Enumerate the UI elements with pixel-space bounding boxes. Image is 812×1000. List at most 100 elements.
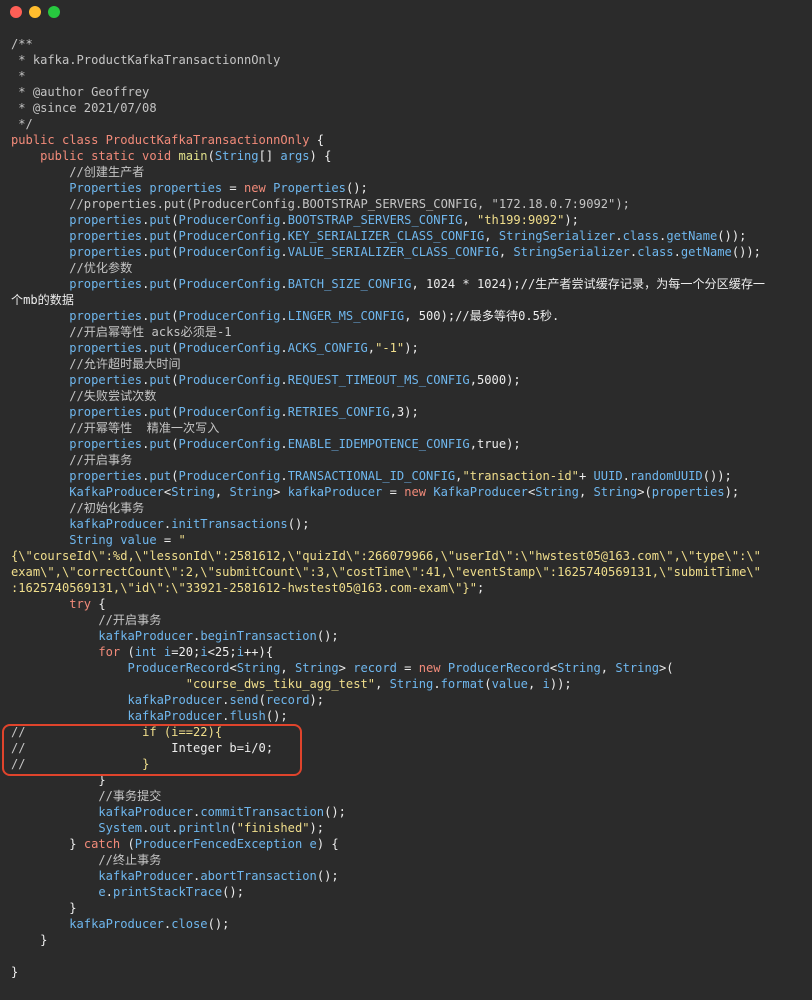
code-token: . [280, 437, 288, 451]
code-token: close [171, 917, 208, 931]
code-token: catch [83, 837, 121, 851]
code-token: public static void [11, 149, 179, 163]
code-token: ACKS_CONFIG [287, 341, 368, 355]
minimize-window-button[interactable] [29, 6, 41, 18]
code-line: kafkaProducer.close(); [11, 916, 808, 932]
code-token: . [280, 373, 288, 387]
code-line: //优化参数 [11, 260, 808, 276]
code-token: StringSerializer [498, 229, 616, 243]
code-token: <25; [207, 645, 237, 659]
code-token: ( [258, 693, 266, 707]
code-line: :1625740569131,\"id\":\"33921-2581612-hw… [11, 580, 808, 596]
code-token: ProductKafkaTransactionnOnly [105, 133, 310, 147]
code-token: (); [265, 709, 288, 723]
code-token: main [178, 149, 208, 163]
code-token: put [149, 469, 172, 483]
code-token: "finished" [236, 821, 310, 835]
code-token: ProducerConfig [178, 469, 281, 483]
code-token: = [382, 485, 405, 499]
code-token: { [91, 597, 106, 611]
code-token: . [622, 469, 630, 483]
code-token: put [149, 373, 172, 387]
code-token: //开启事务 [11, 453, 133, 467]
code-line: Properties properties = new Properties()… [11, 180, 808, 196]
code-token: String [593, 485, 638, 499]
code-line: {\"courseId\":%d,\"lessonId\":2581612,\"… [11, 548, 808, 564]
code-token: properties [69, 341, 143, 355]
code-token: new [418, 661, 448, 675]
code-token: > [338, 661, 354, 675]
code-token: ()); [731, 245, 761, 259]
code-editor[interactable]: /** * kafka.ProductKafkaTransactionnOnly… [11, 36, 808, 980]
code-line: } [11, 964, 808, 980]
code-line: 个mb的数据 [11, 292, 808, 308]
code-token: ,3); [389, 405, 419, 419]
code-token: } [11, 965, 19, 979]
code-token: String [389, 677, 434, 691]
code-line: properties.put(ProducerConfig.RETRIES_CO… [11, 404, 808, 420]
code-token: VALUE_SERIALIZER_CLASS_CONFIG [287, 245, 499, 259]
code-line: public class ProductKafkaTransactionnOnl… [11, 132, 808, 148]
code-token: properties [69, 277, 143, 291]
code-token: REQUEST_TIMEOUT_MS_CONFIG [287, 373, 470, 387]
code-line: properties.put(ProducerConfig.BATCH_SIZE… [11, 276, 808, 292]
code-line: //事务提交 [11, 788, 808, 804]
code-token: , [280, 661, 295, 675]
code-token: >( [637, 485, 652, 499]
code-line: public static void main(String[] args) { [11, 148, 808, 164]
code-line: */ [11, 116, 808, 132]
code-line: kafkaProducer.beginTransaction(); [11, 628, 808, 644]
code-token: properties [69, 437, 143, 451]
code-token: ( [120, 645, 135, 659]
code-token: //开幂等性 精准一次写入 [11, 421, 220, 435]
code-line: } [11, 900, 808, 916]
code-line: KafkaProducer<String, String> kafkaProdu… [11, 484, 808, 500]
maximize-window-button[interactable] [48, 6, 60, 18]
code-line: properties.put(ProducerConfig.KEY_SERIAL… [11, 228, 808, 244]
code-token: String [214, 149, 259, 163]
code-token: //开启事务 [11, 613, 162, 627]
code-token: . [105, 885, 113, 899]
code-token: . [280, 277, 288, 291]
close-window-button[interactable] [10, 6, 22, 18]
code-token: , [214, 485, 230, 499]
code-token: . [433, 677, 441, 691]
code-token: System [98, 821, 143, 835]
code-token: String [615, 661, 660, 675]
code-token: [] [258, 149, 281, 163]
code-token: ( [207, 149, 215, 163]
code-token: } [11, 901, 77, 915]
code-token: printStackTrace [112, 885, 223, 899]
code-token: =20; [171, 645, 201, 659]
code-token: > [273, 485, 288, 499]
code-line: System.out.println("finished"); [11, 820, 808, 836]
code-token: ProducerConfig [178, 309, 281, 323]
code-token: String [294, 661, 339, 675]
code-token: ProducerRecord [127, 661, 230, 675]
code-token: properties [69, 373, 143, 387]
code-token: value [120, 533, 157, 547]
code-token: , [578, 485, 594, 499]
code-line: * @since 2021/07/08 [11, 100, 808, 116]
code-token: String [229, 485, 274, 499]
code-token: BOOTSTRAP_SERVERS_CONFIG [287, 213, 463, 227]
code-token: } [11, 837, 84, 851]
code-token: "th199:9092" [477, 213, 565, 227]
code-token: (); [324, 805, 346, 819]
code-token: */ [11, 117, 33, 131]
code-token: ProducerConfig [178, 229, 281, 243]
code-token: + [578, 469, 594, 483]
code-token: kafkaProducer [127, 709, 223, 723]
code-line: exam\",\"correctCount\":2,\"submitCount\… [11, 564, 808, 580]
code-token: (); [316, 869, 339, 883]
